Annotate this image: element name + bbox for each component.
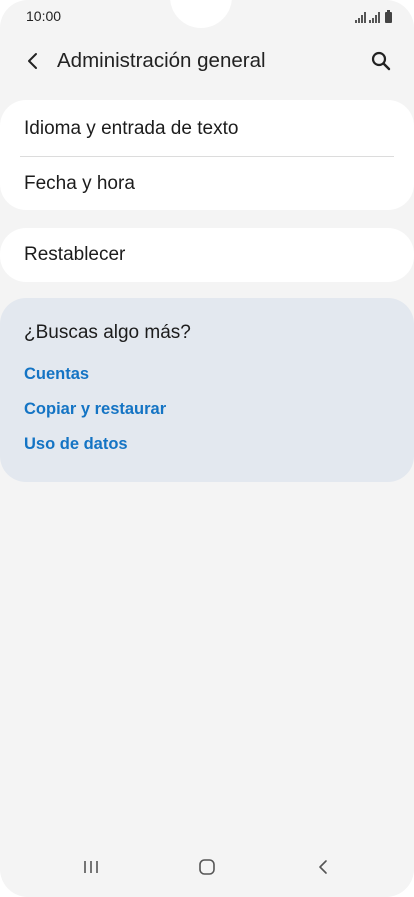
camera-notch [170,0,232,28]
status-icons [355,9,392,23]
suggestion-link-data-usage[interactable]: Uso de datos [24,435,128,454]
recent-apps-button[interactable] [71,847,111,887]
back-nav-button[interactable] [303,847,343,887]
navigation-bar [0,841,414,897]
suggestion-link-accounts[interactable]: Cuentas [24,365,89,384]
home-icon [199,859,215,875]
settings-item-language-input[interactable]: Idioma y entrada de texto [24,118,238,140]
chevron-left-icon [28,53,37,69]
status-time: 10:00 [26,8,62,24]
suggestions-title: ¿Buscas algo más? [24,322,191,343]
battery-icon [385,10,392,23]
suggestion-link-backup-restore[interactable]: Copiar y restaurar [24,400,166,419]
recent-apps-icon [84,861,98,873]
settings-group: Restablecer [0,228,414,282]
back-icon [319,860,327,874]
back-button[interactable] [18,46,48,76]
page-title: Administración general [57,49,266,72]
search-icon [371,51,391,71]
suggestions-card: ¿Buscas algo más? Cuentas Copiar y resta… [0,298,414,482]
divider [20,156,394,157]
settings-item-date-time[interactable]: Fecha y hora [24,173,135,195]
settings-group: Idioma y entrada de texto Fecha y hora [0,100,414,210]
home-button[interactable] [187,847,227,887]
app-header: Administración general [0,40,414,84]
signal-icon [369,12,380,23]
signal-icon [355,12,366,23]
settings-item-reset[interactable]: Restablecer [24,244,125,266]
status-bar: 10:00 [0,0,414,32]
phone-screen: 10:00 Administración general Idioma y en… [0,0,414,897]
search-button[interactable] [366,46,396,76]
